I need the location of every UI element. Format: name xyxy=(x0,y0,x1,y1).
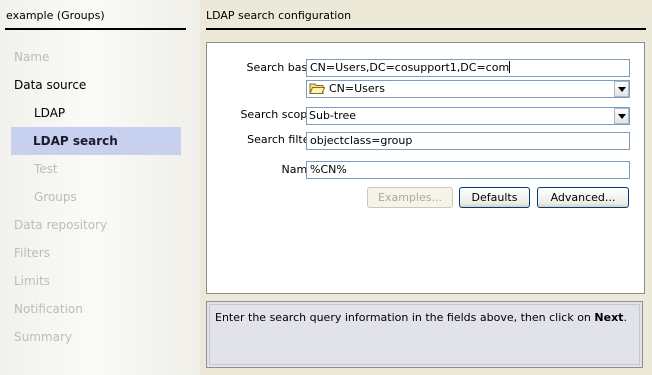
info-text-main: Enter the search query information in th… xyxy=(215,311,595,324)
nav-item-ldap-search[interactable]: LDAP search xyxy=(11,127,181,155)
info-text: Enter the search query information in th… xyxy=(215,311,627,324)
search-scope-dropdown-button[interactable] xyxy=(614,108,629,124)
info-box: Enter the search query information in th… xyxy=(206,301,643,368)
wizard-sidebar: example (Groups) Name Data source LDAP L… xyxy=(0,0,200,375)
nav-item-ldap[interactable]: LDAP xyxy=(0,99,65,127)
name-input[interactable]: %CN% xyxy=(306,161,630,179)
search-base-label: Search base xyxy=(246,61,314,74)
search-filter-value: objectclass=group xyxy=(310,134,413,147)
nav-item-summary[interactable]: Summary xyxy=(0,323,72,351)
info-text-end: . xyxy=(623,311,627,324)
name-label: Name xyxy=(281,163,314,176)
search-base-input[interactable]: CN=Users,DC=cosupport1,DC=com xyxy=(306,59,630,77)
nav-item-groups[interactable]: Groups xyxy=(0,183,77,211)
search-config-panel: Search base CN=Users,DC=cosupport1,DC=co… xyxy=(206,42,645,294)
search-scope-label: Search scope xyxy=(240,108,314,121)
defaults-button[interactable]: Defaults xyxy=(459,187,530,208)
nav-item-limits[interactable]: Limits xyxy=(0,267,50,295)
folder-icon xyxy=(309,82,326,94)
nav-item-name[interactable]: Name xyxy=(0,43,49,71)
nav-item-data-repository[interactable]: Data repository xyxy=(0,211,107,239)
nav-item-test[interactable]: Test xyxy=(0,155,58,183)
nav-item-notification[interactable]: Notification xyxy=(0,295,83,323)
sidebar-title: example (Groups) xyxy=(6,9,105,22)
sidebar-divider xyxy=(5,28,186,30)
search-scope-value: Sub-tree xyxy=(309,109,357,122)
name-value: %CN% xyxy=(310,163,347,176)
page-title-divider xyxy=(206,28,646,30)
search-scope-select[interactable]: Sub-tree xyxy=(306,107,630,125)
search-filter-label: Search filter xyxy=(247,133,314,146)
search-base-selected-entry: CN=Users xyxy=(329,82,385,95)
info-box-inner: Enter the search query information in th… xyxy=(209,304,640,365)
examples-button[interactable]: Examples... xyxy=(367,187,453,208)
info-next-keyword: Next xyxy=(594,311,624,324)
page-title: LDAP search configuration xyxy=(206,9,352,22)
search-filter-input[interactable]: objectclass=group xyxy=(306,132,630,150)
chevron-down-icon xyxy=(618,114,626,119)
search-base-dropdown-button[interactable] xyxy=(614,81,629,97)
nav-item-data-source[interactable]: Data source xyxy=(0,71,86,99)
text-cursor xyxy=(509,61,511,73)
search-base-combo[interactable]: CN=Users xyxy=(306,80,630,98)
search-base-value: CN=Users,DC=cosupport1,DC=com xyxy=(310,61,510,74)
chevron-down-icon xyxy=(618,87,626,92)
nav-item-filters[interactable]: Filters xyxy=(0,239,50,267)
advanced-button[interactable]: Advanced... xyxy=(537,187,629,208)
